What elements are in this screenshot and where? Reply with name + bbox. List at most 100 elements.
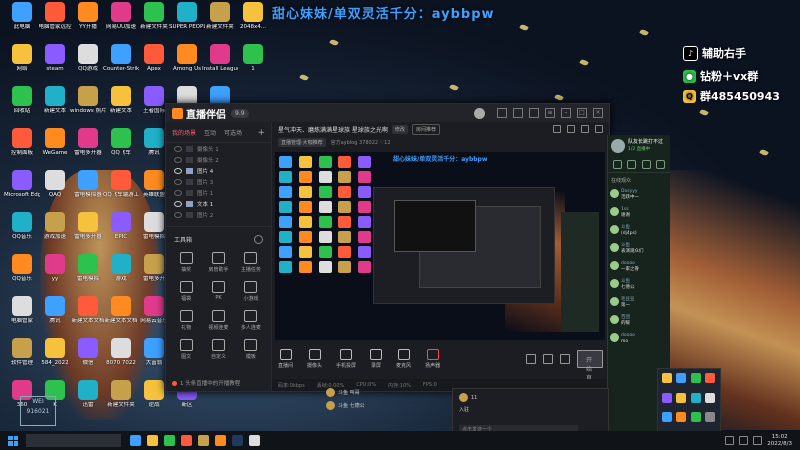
tool-button[interactable]: 房管助手 bbox=[202, 252, 234, 273]
desktop-shortcut[interactable]: 584_2022 bbox=[37, 338, 73, 378]
room-title[interactable]: 星气冲天、磨炼满满星球族 星球族之光啊 bbox=[278, 125, 388, 134]
fans-icon[interactable] bbox=[627, 160, 637, 169]
visibility-icon[interactable] bbox=[174, 178, 182, 185]
desktop-shortcut[interactable]: windows 照片查看器 bbox=[70, 86, 106, 126]
desktop-shortcut[interactable]: WeGame bbox=[37, 128, 73, 168]
source-item[interactable]: 图片 4 bbox=[166, 165, 271, 176]
chat-avatar[interactable] bbox=[610, 243, 619, 252]
tab-interact[interactable]: 互动 bbox=[204, 128, 216, 138]
desktop-shortcut[interactable]: 电脑管家 bbox=[4, 296, 40, 336]
room-recommend-button[interactable]: 房间推荐 bbox=[411, 123, 440, 135]
visibility-icon[interactable] bbox=[174, 200, 182, 207]
source-item[interactable]: 文本 1 bbox=[166, 198, 271, 209]
chat-user[interactable]: 毛豆豆 bbox=[621, 297, 635, 302]
tab-my-scenes[interactable]: 我的场景 bbox=[172, 128, 196, 138]
taskbar-app-icon[interactable] bbox=[198, 435, 209, 446]
visibility-icon[interactable] bbox=[174, 189, 182, 196]
desktop-shortcut[interactable]: 8070 7022 bbox=[103, 338, 139, 378]
chat-user[interactable]: Dosyyy bbox=[621, 189, 638, 194]
tray-app-icon[interactable] bbox=[676, 412, 687, 423]
visibility-icon[interactable] bbox=[174, 145, 182, 152]
chat-user[interactable]: dooao bbox=[621, 261, 635, 266]
desktop-shortcut[interactable]: 回收站 bbox=[4, 86, 40, 126]
desktop-shortcut[interactable]: 雷电多开器 bbox=[70, 128, 106, 168]
visibility-icon[interactable] bbox=[174, 211, 182, 218]
tray-app-icon[interactable] bbox=[662, 392, 672, 403]
desktop-shortcut[interactable]: QQ飞车 bbox=[103, 128, 139, 168]
rank-icon[interactable] bbox=[641, 160, 651, 169]
desktop-shortcut[interactable]: 网易UU加速 bbox=[103, 2, 139, 42]
tray-app-icon[interactable] bbox=[676, 373, 687, 383]
tool-button[interactable]: 礼物 bbox=[170, 310, 202, 331]
more-icon[interactable] bbox=[656, 160, 666, 169]
chat-user[interactable]: 百团 bbox=[621, 315, 630, 320]
edit-title-button[interactable]: 修改 bbox=[391, 124, 408, 134]
desktop-shortcut[interactable]: 控制面板 bbox=[4, 128, 40, 168]
tray-app-icon[interactable] bbox=[704, 412, 715, 423]
desktop-shortcut[interactable]: 网络 bbox=[4, 44, 40, 84]
maximize-icon[interactable]: □ bbox=[577, 108, 587, 118]
desktop-shortcut[interactable]: 新建文本 bbox=[103, 86, 139, 126]
desktop-shortcut[interactable]: EPIC bbox=[103, 212, 139, 252]
minimize-icon[interactable]: – bbox=[561, 108, 571, 118]
chat-avatar[interactable] bbox=[610, 333, 619, 342]
desktop-shortcut[interactable]: Microsoft Edge bbox=[4, 170, 40, 210]
tray-app-icon[interactable] bbox=[704, 392, 715, 403]
tutorial-note[interactable]: 1 头条直播中的开播教程 bbox=[172, 379, 240, 387]
desktop-shortcut[interactable]: 1 bbox=[235, 44, 271, 84]
microphone-button[interactable]: 麦克风 bbox=[396, 349, 411, 369]
tool-button[interactable]: 视频连麦 bbox=[202, 310, 234, 331]
video-icon[interactable] bbox=[526, 354, 536, 364]
desktop-shortcut[interactable]: SUPER PEOPLE CBT bbox=[169, 2, 205, 42]
desktop-shortcut[interactable]: 电脑管家远控 bbox=[37, 2, 73, 42]
tool-button[interactable]: PK bbox=[202, 281, 234, 302]
windows-start-icon[interactable] bbox=[8, 435, 18, 446]
tray-app-icon[interactable] bbox=[676, 392, 687, 403]
chat-user[interactable]: 斗鱼 bbox=[621, 225, 630, 230]
visibility-icon[interactable] bbox=[174, 167, 182, 174]
tray-app-icon[interactable] bbox=[690, 373, 701, 383]
taskbar-search[interactable] bbox=[26, 434, 121, 447]
tool-button[interactable]: 模板 bbox=[235, 339, 267, 360]
desktop-shortcut[interactable]: yy bbox=[37, 254, 73, 294]
settings-gear-icon[interactable] bbox=[560, 354, 570, 364]
chat-avatar[interactable] bbox=[610, 225, 619, 234]
chat-user[interactable]: 1ss bbox=[621, 207, 629, 212]
taskbar-app-icon[interactable] bbox=[232, 435, 243, 446]
tray-app-icon[interactable] bbox=[690, 412, 701, 423]
desktop-shortcut[interactable]: YY开播 bbox=[70, 2, 106, 42]
chat-avatar[interactable] bbox=[610, 261, 619, 270]
menu-icon[interactable]: ≡ bbox=[545, 108, 555, 118]
desktop-shortcut[interactable]: Counter-Strike Global Off bbox=[103, 44, 139, 84]
host-avatar[interactable] bbox=[611, 139, 625, 153]
tray-app-icon[interactable] bbox=[662, 373, 672, 383]
desktop-shortcut[interactable]: Install League of... bbox=[202, 44, 238, 84]
desktop-shortcut[interactable]: QQ飞车端游工具 bbox=[103, 170, 139, 210]
source-item[interactable]: 图片 2 bbox=[166, 209, 271, 220]
speaker-button[interactable]: 扬声器 bbox=[425, 349, 440, 369]
tool-button[interactable]: 主播任务 bbox=[235, 252, 267, 273]
desktop-shortcut[interactable]: QQ音乐 bbox=[4, 254, 40, 294]
taskbar-app-icon[interactable] bbox=[130, 435, 141, 446]
toolbox-settings-icon[interactable] bbox=[254, 235, 263, 244]
tab-optional[interactable]: 可选场 bbox=[224, 128, 242, 138]
tool-button[interactable]: 小游戏 bbox=[235, 281, 267, 302]
source-item[interactable]: 摄像头 1 bbox=[166, 143, 271, 154]
desktop-shortcut[interactable]: QQ音乐 bbox=[4, 212, 40, 252]
desktop-shortcut[interactable]: 迅雷 bbox=[70, 380, 106, 420]
desktop-shortcut[interactable]: Among Us bbox=[169, 44, 205, 84]
desktop-shortcut[interactable]: 新建文本文档 bbox=[103, 296, 139, 336]
desktop-shortcut[interactable]: 雷电模拟 bbox=[70, 254, 106, 294]
chat-avatar[interactable] bbox=[610, 189, 619, 198]
volume-icon[interactable] bbox=[753, 436, 763, 445]
desktop-shortcut[interactable]: 新建文件夹 bbox=[103, 380, 139, 420]
screen-record-button[interactable]: 录屏 bbox=[370, 349, 383, 369]
tool-button[interactable]: 自定义 bbox=[202, 339, 234, 360]
source-item[interactable]: 摄像头 2 bbox=[166, 154, 271, 165]
tool-button[interactable]: 多人连麦 bbox=[235, 310, 267, 331]
skin-icon[interactable] bbox=[529, 108, 539, 118]
add-scene-button[interactable]: + bbox=[257, 128, 265, 138]
desktop-shortcut[interactable]: steam bbox=[37, 44, 73, 84]
visibility-icon[interactable] bbox=[174, 156, 182, 163]
camera-button[interactable]: 摄像头 bbox=[307, 349, 322, 369]
